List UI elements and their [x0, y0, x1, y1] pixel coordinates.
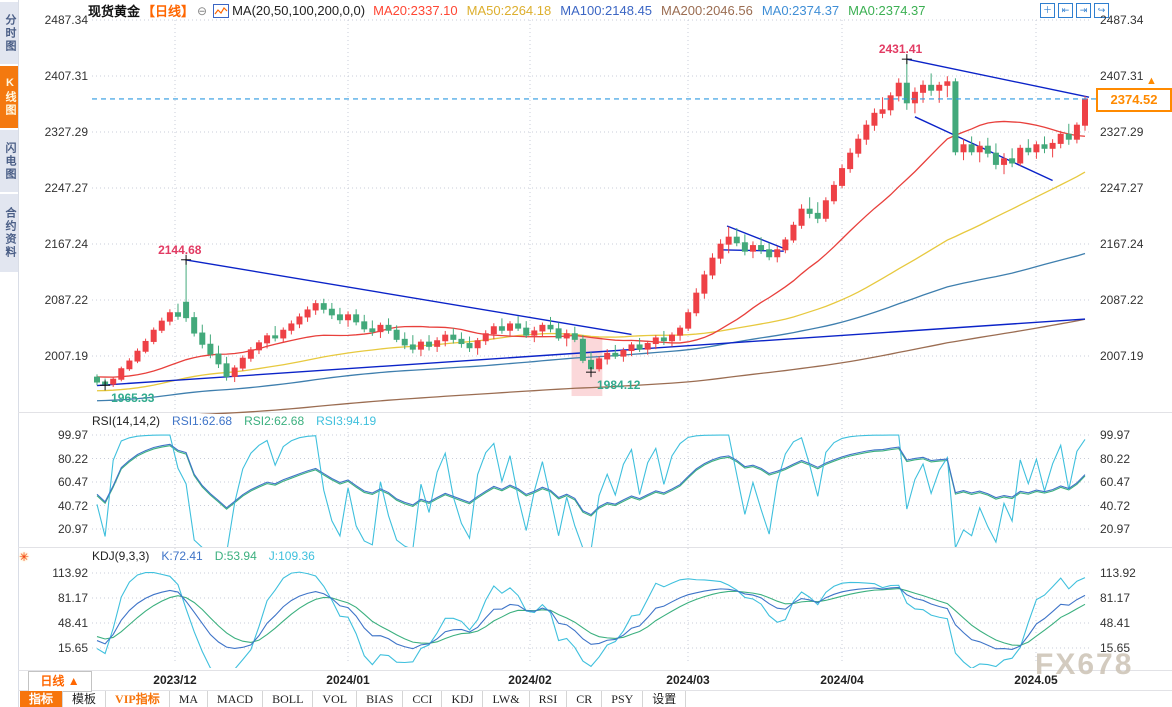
toolbar-item-BIAS[interactable]: BIAS	[357, 691, 403, 707]
toolbar-item-BOLL[interactable]: BOLL	[263, 691, 313, 707]
toolbar-item-CCI[interactable]: CCI	[403, 691, 442, 707]
date-label: 2024/04	[820, 673, 863, 687]
price-annotation-2431.41: 2431.41	[879, 42, 922, 56]
period-selector-button[interactable]: 日线 ▲	[28, 671, 92, 692]
toolbar-item-PSY[interactable]: PSY	[602, 691, 643, 707]
toolbar-item-RSI[interactable]: RSI	[530, 691, 568, 707]
price-up-arrow-icon: ▲	[1146, 75, 1157, 87]
toolbar-item-CR[interactable]: CR	[567, 691, 602, 707]
toolbar-item-模板[interactable]: 模板	[63, 691, 106, 707]
toolbar-item-指标[interactable]: 指标	[20, 691, 63, 707]
indicator-toolbar: 指标模板VIP指标MAMACDBOLLVOLBIASCCIKDJLW&RSICR…	[20, 691, 686, 707]
date-label: 2024/03	[666, 673, 709, 687]
price-annotation-1965.33: 1965.33	[111, 391, 154, 405]
price-annotation-1984.12: 1984.12	[597, 378, 640, 392]
date-label: 2023/12	[153, 673, 196, 687]
toolbar-item-LW&[interactable]: LW&	[483, 691, 529, 707]
toolbar-item-设置[interactable]: 设置	[643, 691, 686, 707]
trading-app: 分时图K线图闪电图合约资料 现货黄金 【日线】 ⊖ MA(20,50,100,2…	[0, 0, 1172, 707]
watermark: FX678	[1035, 648, 1133, 682]
extreme-markers	[100, 54, 912, 390]
panel-separator	[18, 670, 1172, 671]
toolbar-item-MA[interactable]: MA	[170, 691, 208, 707]
kdj-lines	[97, 572, 1085, 670]
main-chart-canvas[interactable]	[0, 0, 1172, 670]
current-price-tag: 2374.52	[1096, 88, 1172, 112]
date-label: 2024/02	[508, 673, 551, 687]
toolbar-item-KDJ[interactable]: KDJ	[442, 691, 483, 707]
toolbar-item-MACD[interactable]: MACD	[208, 691, 263, 707]
toolbar-item-VIP指标[interactable]: VIP指标	[106, 691, 170, 707]
toolbar-item-VOL[interactable]: VOL	[313, 691, 357, 707]
date-label: 2024/01	[326, 673, 369, 687]
rsi-lines	[97, 435, 1085, 553]
price-annotation-2144.68: 2144.68	[158, 243, 201, 257]
